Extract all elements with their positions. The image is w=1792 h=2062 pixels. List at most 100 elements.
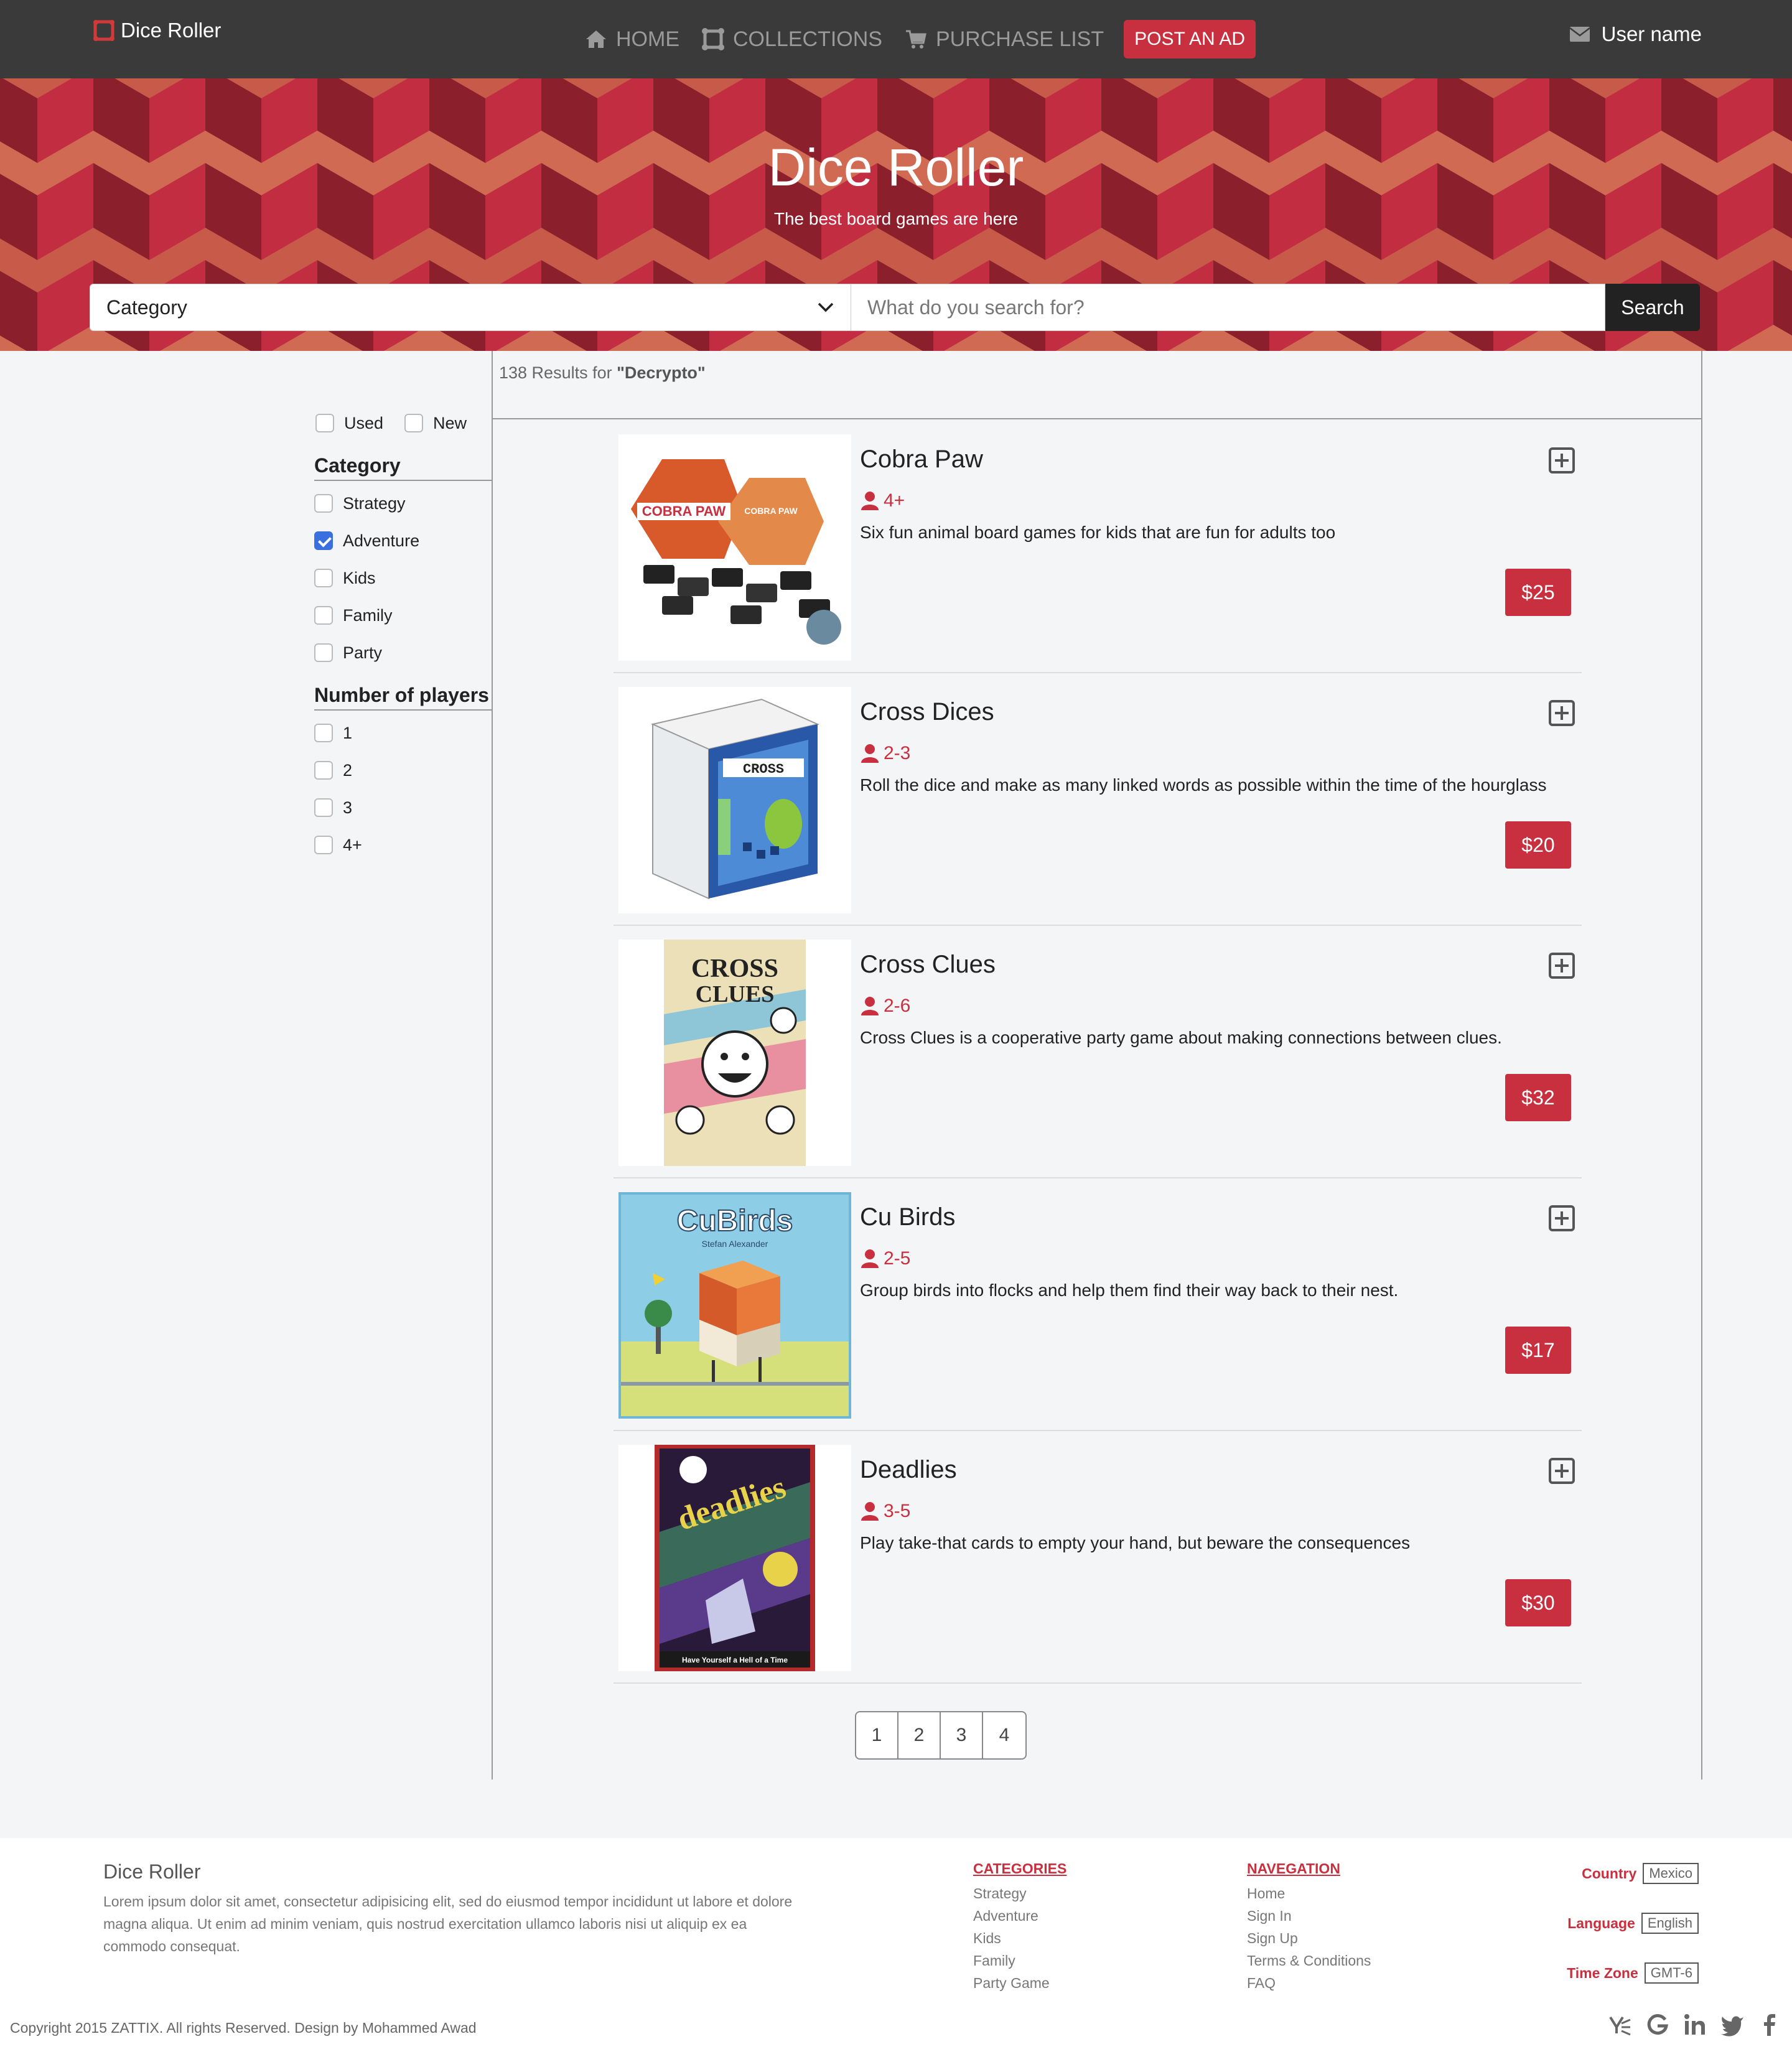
filter-players-2[interactable]: 2: [314, 752, 492, 789]
checkbox[interactable]: [314, 643, 333, 662]
user-name: User name: [1601, 22, 1702, 45]
product-players-value: 2-6: [884, 996, 911, 1016]
user-menu[interactable]: User name: [1569, 22, 1702, 46]
product-players: 3-5: [860, 1501, 910, 1522]
checkbox[interactable]: [314, 724, 333, 742]
filter-label: Adventure: [343, 531, 420, 550]
filter-strategy[interactable]: Strategy: [314, 485, 492, 522]
post-ad-button[interactable]: POST AN AD: [1124, 20, 1256, 58]
product-description: Six fun animal board games for kids that…: [860, 523, 1336, 542]
page-button-2[interactable]: 2: [898, 1712, 941, 1758]
price-button[interactable]: $25: [1505, 569, 1571, 616]
filter-label: New: [433, 413, 467, 432]
plus-square-icon[interactable]: [1548, 447, 1575, 474]
brand-name: Dice Roller: [121, 19, 222, 42]
price-button[interactable]: $30: [1505, 1579, 1571, 1626]
filter-players-1[interactable]: 1: [314, 714, 492, 752]
checkbox[interactable]: [314, 836, 333, 854]
footer-link[interactable]: Sign In: [1247, 1905, 1371, 1927]
footer-link[interactable]: Adventure: [973, 1905, 1066, 1927]
svg-text:CLUES: CLUES: [696, 981, 775, 1007]
nav-collections[interactable]: COLLECTIONS: [702, 27, 882, 52]
twitter-icon[interactable]: [1720, 2012, 1745, 2037]
divider: [493, 418, 1702, 419]
category-select-value: Category: [106, 296, 187, 319]
search-button[interactable]: Search: [1605, 284, 1700, 331]
hero-title: Dice Roller: [768, 138, 1024, 197]
footer-link[interactable]: Home: [1247, 1882, 1371, 1905]
product-image-cross-clues[interactable]: CROSS CLUES: [618, 940, 851, 1166]
yammer-icon[interactable]: [1608, 2012, 1633, 2037]
product-image-cobra-paw[interactable]: COBRA PAW COBRA PAW: [618, 434, 851, 661]
filter-used[interactable]: Used: [315, 404, 383, 442]
language-label: Language: [1567, 1915, 1635, 1931]
filter-family[interactable]: Family: [314, 597, 492, 634]
filter-adventure[interactable]: Adventure: [314, 522, 492, 559]
checkbox[interactable]: [315, 414, 334, 432]
footer-link[interactable]: Sign Up: [1247, 1927, 1371, 1949]
svg-text:Have Yourself a Hell of a Time: Have Yourself a Hell of a Time: [682, 1656, 788, 1664]
language-select[interactable]: English: [1641, 1913, 1699, 1934]
footer-link[interactable]: Kids: [973, 1927, 1066, 1949]
checkbox[interactable]: [314, 798, 333, 817]
nav-home-label: HOME: [616, 27, 679, 51]
product-name[interactable]: Cobra Paw: [860, 446, 983, 474]
product-name[interactable]: Deadlies: [860, 1456, 957, 1484]
results-query: "Decrypto": [617, 363, 706, 382]
facebook-icon[interactable]: [1757, 2012, 1782, 2037]
footer-link[interactable]: Strategy: [973, 1882, 1066, 1905]
footer-navigation: NAVEGATION Home Sign In Sign Up Terms & …: [1247, 1860, 1371, 1994]
footer-link[interactable]: Terms & Conditions: [1247, 1949, 1371, 1972]
cart-icon: [905, 30, 926, 49]
plus-square-icon[interactable]: [1548, 1205, 1575, 1232]
checkbox-checked[interactable]: [314, 531, 333, 550]
hero-subtitle: The best board games are here: [773, 209, 1019, 228]
search-input[interactable]: [851, 284, 1605, 331]
product-players-value: 2-3: [884, 743, 911, 763]
filter-new[interactable]: New: [404, 404, 467, 442]
footer-link[interactable]: Family: [973, 1949, 1066, 1972]
filter-party[interactable]: Party: [314, 634, 492, 671]
checkbox[interactable]: [314, 494, 333, 513]
product-name[interactable]: Cross Clues: [860, 951, 996, 979]
product-image-deadlies[interactable]: deadlies Have Yourself a Hell of a Time: [618, 1445, 851, 1671]
plus-square-icon[interactable]: [1548, 1457, 1575, 1485]
filter-players-4plus[interactable]: 4+: [314, 826, 492, 864]
product-image-cross-dices[interactable]: CROSS: [618, 687, 851, 913]
page-button-4[interactable]: 4: [983, 1712, 1025, 1758]
product-name[interactable]: Cu Birds: [860, 1203, 955, 1231]
footer-categories-title: CATEGORIES: [973, 1860, 1067, 1877]
checkbox[interactable]: [314, 761, 333, 780]
search-bar: Category Search: [90, 284, 1702, 331]
product-name[interactable]: Cross Dices: [860, 698, 994, 726]
category-select[interactable]: Category: [90, 284, 851, 331]
checkbox[interactable]: [404, 414, 424, 432]
pagination: 1 2 3 4: [855, 1711, 1027, 1760]
price-button[interactable]: $17: [1505, 1327, 1571, 1374]
results-summary: 138 Results for "Decrypto": [499, 363, 706, 383]
footer-link[interactable]: Party Game: [973, 1972, 1066, 1994]
price-button[interactable]: $32: [1505, 1074, 1571, 1121]
country-select[interactable]: Mexico: [1643, 1863, 1699, 1884]
filter-players-3[interactable]: 3: [314, 789, 492, 826]
price-button[interactable]: $20: [1505, 821, 1571, 869]
timezone-select[interactable]: GMT-6: [1644, 1962, 1699, 1984]
plus-square-icon[interactable]: [1548, 952, 1575, 979]
linkedin-icon[interactable]: [1682, 2012, 1707, 2037]
main-nav: HOME COLLECTIONS PURCHASE LIST POST AN A…: [585, 19, 1256, 60]
filter-kids[interactable]: Kids: [314, 559, 492, 597]
nav-purchase-list[interactable]: PURCHASE LIST: [905, 27, 1104, 52]
checkbox[interactable]: [314, 569, 333, 587]
brand-link[interactable]: Dice Roller: [93, 19, 221, 42]
filter-label: 1: [343, 723, 353, 742]
footer-link[interactable]: FAQ: [1247, 1972, 1371, 1994]
plus-square-icon[interactable]: [1548, 699, 1575, 727]
google-icon[interactable]: [1645, 2012, 1670, 2037]
envelope-icon: [1569, 27, 1590, 42]
page-button-1[interactable]: 1: [856, 1712, 898, 1758]
nav-home[interactable]: HOME: [585, 27, 679, 52]
checkbox[interactable]: [314, 606, 333, 625]
product-image-cu-birds[interactable]: CuBirds Stefan Alexander: [618, 1192, 851, 1419]
product-players-value: 2-5: [884, 1248, 911, 1269]
page-button-3[interactable]: 3: [941, 1712, 983, 1758]
